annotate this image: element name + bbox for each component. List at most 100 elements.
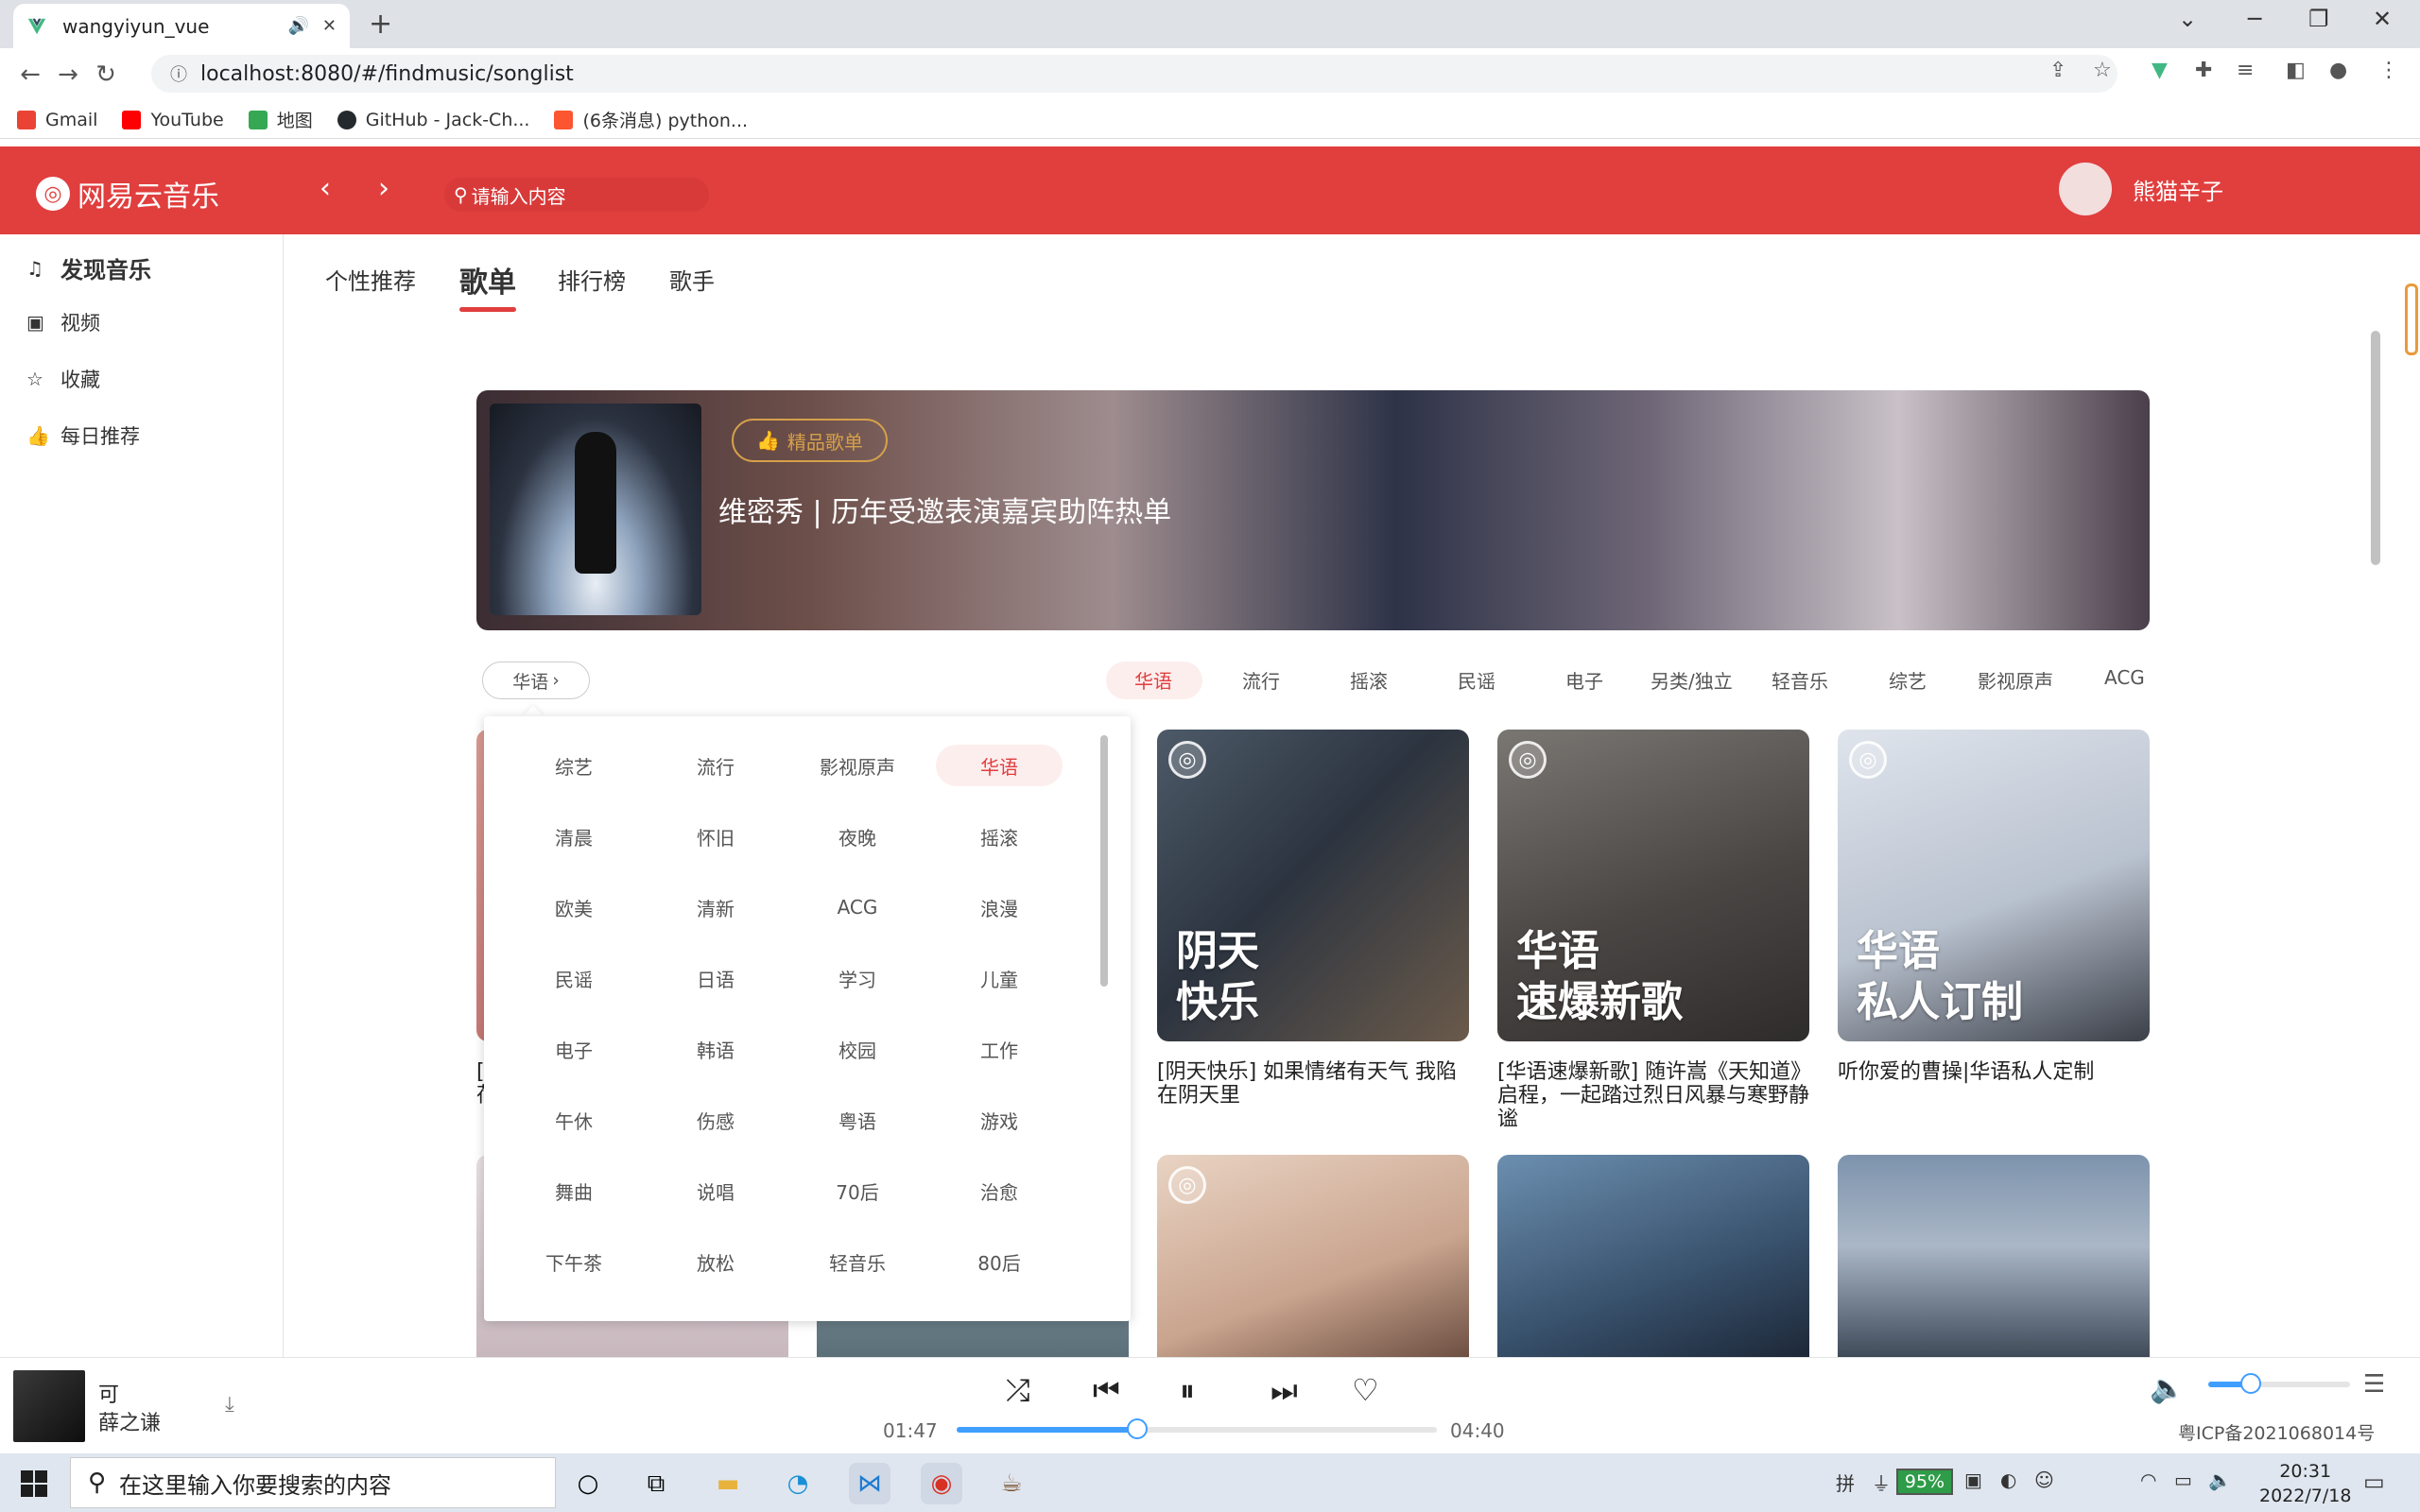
security-icon[interactable]: ◐ (2000, 1469, 2016, 1491)
now-playing-song[interactable]: 可 (98, 1378, 119, 1408)
category-tag[interactable]: 轻音乐 (1772, 666, 1828, 694)
speaker-icon[interactable]: 🔊 (287, 16, 308, 36)
category-tag[interactable]: 影视原声 (1978, 666, 2053, 694)
media-icon[interactable]: ≡ (2237, 59, 2254, 82)
sidebar-item-favorites[interactable]: ☆ 收藏 (26, 365, 100, 393)
popup-category-item[interactable]: 清新 (652, 886, 779, 928)
banner-cover-image[interactable] (490, 404, 701, 615)
system-clock[interactable]: 20:31 2022/7/18 (2259, 1459, 2351, 1508)
popup-category-item[interactable]: 游戏 (936, 1099, 1063, 1141)
playlist-card-cover[interactable]: ◎ 阴天 快乐 (1157, 730, 1469, 1041)
notification-icon[interactable]: ▭ (2363, 1469, 2385, 1495)
restore-button[interactable]: ❐ (2308, 6, 2329, 32)
category-tag[interactable]: 民谣 (1458, 666, 1495, 694)
close-window-button[interactable]: ✕ (2373, 6, 2392, 32)
heart-icon[interactable]: ♡ (1352, 1372, 1379, 1408)
avatar[interactable] (2059, 163, 2112, 215)
playlist-card-cover[interactable] (1497, 1155, 1809, 1357)
pause-icon[interactable]: ⏸ (1180, 1372, 1195, 1409)
tab-songlist[interactable]: 歌单 (459, 259, 516, 301)
battery-indicator[interactable]: 95% (1896, 1469, 1953, 1495)
app-cup-icon[interactable]: ☕ (991, 1463, 1032, 1504)
category-tag[interactable]: 流行 (1242, 666, 1280, 694)
playlist-card-cover[interactable] (1838, 1155, 2150, 1357)
taskbar-search-input[interactable]: ⚲ 在这里输入你要搜索的内容 (70, 1457, 556, 1508)
tab-charts[interactable]: 排行榜 (558, 263, 626, 296)
previous-icon[interactable]: ⏮ (1093, 1372, 1120, 1409)
browser-tab[interactable]: wangyiyun_vue 🔊 ✕ (13, 4, 350, 48)
popup-category-item[interactable]: 伤感 (652, 1099, 779, 1141)
category-tag[interactable]: ACG (2104, 666, 2145, 689)
sidebar-item-video[interactable]: ▣ 视频 (26, 308, 100, 336)
category-tag[interactable]: 另类/独立 (1651, 666, 1733, 694)
playlist-card-title[interactable]: [阴天快乐] 如果情绪有天气 我陷在阴天里 (1157, 1060, 1469, 1108)
tab-recommend[interactable]: 个性推荐 (325, 263, 416, 296)
playlist-card-title[interactable]: 听你爱的曹操|华语私人定制 (1838, 1060, 2150, 1084)
color-picker-widget[interactable] (2405, 284, 2418, 355)
popup-category-item[interactable]: 儿童 (936, 957, 1063, 999)
sidebar-item-daily[interactable]: 👍 每日推荐 (26, 421, 140, 450)
download-icon[interactable]: ⤓ (225, 1393, 234, 1417)
bookmark-csdn[interactable]: (6条消息) python... (554, 107, 748, 132)
popup-category-item[interactable]: 日语 (652, 957, 779, 999)
popup-category-item[interactable]: 说唱 (652, 1170, 779, 1211)
popup-category-item[interactable]: 80后 (936, 1241, 1063, 1282)
popup-category-item[interactable]: 治愈 (936, 1170, 1063, 1211)
popup-category-item[interactable]: 午休 (510, 1099, 637, 1141)
popup-category-item[interactable]: 影视原声 (794, 745, 921, 786)
tab-artists[interactable]: 歌手 (669, 263, 715, 296)
category-tag[interactable]: 综艺 (1889, 666, 1927, 694)
bookmark-github[interactable]: GitHub - Jack-Ch... (337, 110, 529, 130)
page-scrollbar[interactable] (2371, 331, 2380, 565)
popup-category-item[interactable]: 欧美 (510, 886, 637, 928)
popup-category-item[interactable]: ACG (794, 886, 921, 928)
back-icon[interactable]: ← (11, 60, 49, 89)
windows-start-icon[interactable] (21, 1470, 47, 1497)
cortana-icon[interactable]: ○ (567, 1463, 609, 1504)
chrome-icon[interactable]: ◉ (921, 1463, 962, 1504)
reload-icon[interactable]: ↻ (87, 60, 125, 89)
popup-category-item[interactable]: 粤语 (794, 1099, 921, 1141)
forward-icon[interactable]: → (49, 60, 87, 89)
power-plug-icon[interactable]: ⏚ (1872, 1469, 1891, 1496)
popup-category-item[interactable]: 工作 (936, 1028, 1063, 1070)
now-playing-artist[interactable]: 薛之谦 (98, 1406, 161, 1436)
extensions-icon[interactable]: ✚ (2195, 59, 2212, 82)
popup-category-item[interactable]: 学习 (794, 957, 921, 999)
shuffle-icon[interactable]: ⤮ (1006, 1372, 1030, 1409)
premium-playlist-tag[interactable]: 👍 精品歌单 (732, 419, 888, 462)
icp-text[interactable]: 粤ICP备2021068014号 (2178, 1419, 2375, 1445)
volume-handle[interactable] (2240, 1373, 2261, 1394)
close-tab-icon[interactable]: ✕ (322, 16, 337, 36)
popup-scrollbar[interactable] (1100, 735, 1108, 987)
vscode-icon[interactable]: ⋈ (849, 1463, 890, 1504)
qq-icon[interactable]: ☺ (2034, 1469, 2054, 1491)
task-view-icon[interactable]: ⧉ (635, 1463, 677, 1504)
popup-category-item[interactable]: 摇滚 (936, 816, 1063, 857)
popup-category-item[interactable]: 夜晚 (794, 816, 921, 857)
playlist-card-title[interactable]: [华语速爆新歌] 随许嵩《天知道》启程，一起踏过烈日风暴与寒野静谧 (1497, 1060, 1809, 1131)
popup-category-item[interactable]: 综艺 (510, 745, 637, 786)
battery-icon[interactable]: ▭ (2174, 1469, 2192, 1491)
category-tag[interactable]: 摇滚 (1350, 666, 1388, 694)
now-playing-cover[interactable] (13, 1370, 85, 1442)
popup-category-item[interactable]: 电子 (510, 1028, 637, 1070)
menu-icon[interactable]: ⋮ (2378, 59, 2399, 82)
category-tag[interactable]: 华语 (1134, 666, 1172, 694)
next-icon[interactable]: ⏭ (1270, 1372, 1298, 1409)
featured-playlist-banner[interactable]: 👍 精品歌单 维密秀 | 历年受邀表演嘉宾助阵热单 (476, 390, 2150, 630)
tab-search-icon[interactable]: ⌄ (2178, 6, 2197, 32)
popup-category-item[interactable]: 民谣 (510, 957, 637, 999)
forward-arrow-icon[interactable]: › (378, 172, 389, 205)
popup-category-item[interactable]: 校园 (794, 1028, 921, 1070)
vue-devtools-icon[interactable]: ▼ (2152, 59, 2168, 82)
app-logo[interactable]: ◎ 网易云音乐 (36, 173, 219, 215)
wifi-icon[interactable]: ◠ (2140, 1469, 2156, 1491)
ime-icon[interactable]: 拼 (1836, 1469, 1855, 1496)
nvidia-icon[interactable]: ▣ (1964, 1469, 1982, 1491)
playlist-card-cover[interactable]: ◎ 华语 私人订制 (1838, 730, 2150, 1041)
profile-icon[interactable]: ● (2329, 59, 2347, 82)
share-icon[interactable]: ⇪ (2049, 59, 2066, 82)
minimize-button[interactable]: ─ (2248, 6, 2261, 32)
popup-category-item[interactable]: 韩语 (652, 1028, 779, 1070)
